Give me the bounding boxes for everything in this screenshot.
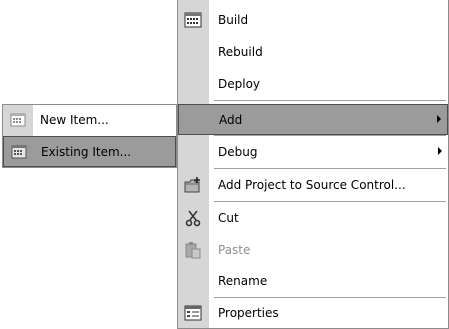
menu-item-paste[interactable]: Paste (178, 235, 448, 266)
menu-item-deploy[interactable]: Deploy (178, 69, 448, 100)
menu-item-build[interactable]: Build (178, 5, 448, 36)
submenu-item-existing-item[interactable]: Existing Item... (3, 136, 176, 167)
properties-icon (184, 304, 202, 322)
menu-item-rebuild[interactable]: Rebuild (178, 37, 448, 68)
menu-item-label: Paste (218, 243, 251, 257)
submenu-item-label: New Item... (40, 113, 109, 127)
menu-item-label: Cut (218, 211, 239, 225)
menu-item-add-to-source-control[interactable]: Add Project to Source Control... (178, 170, 448, 201)
menu-separator (214, 135, 446, 136)
new-item-icon (9, 111, 27, 129)
menu-separator (214, 100, 446, 101)
menu-separator (214, 168, 446, 169)
folder-add-icon (184, 176, 202, 194)
build-icon (184, 11, 202, 29)
menu-item-label: Add Project to Source Control... (218, 178, 406, 192)
existing-item-icon (10, 143, 28, 161)
submenu-arrow-icon (437, 115, 441, 123)
submenu-arrow-icon (438, 147, 442, 155)
menu-item-label: Add (219, 113, 243, 127)
menu-separator (214, 201, 446, 202)
scissors-icon (184, 209, 202, 227)
menu-item-rename[interactable]: Rename (178, 266, 448, 297)
submenu-item-label: Existing Item... (41, 145, 132, 159)
paste-icon (184, 241, 202, 259)
menu-item-label: Deploy (218, 77, 261, 91)
menu-item-add[interactable]: Add (178, 104, 448, 135)
menu-item-label: Properties (218, 306, 279, 320)
menu-item-cut[interactable]: Cut (178, 203, 448, 234)
context-menu: Build Rebuild Deploy Add Debug Add Proje… (177, 0, 449, 329)
submenu-item-new-item[interactable]: New Item... (3, 105, 176, 136)
menu-item-label: Rename (218, 274, 268, 288)
menu-item-properties[interactable]: Properties (178, 298, 448, 329)
menu-item-label: Build (218, 13, 249, 27)
menu-item-label: Debug (218, 145, 258, 159)
add-submenu: New Item... Existing Item... (2, 104, 177, 168)
menu-item-label: Rebuild (218, 45, 263, 59)
menu-item-debug[interactable]: Debug (178, 137, 448, 168)
